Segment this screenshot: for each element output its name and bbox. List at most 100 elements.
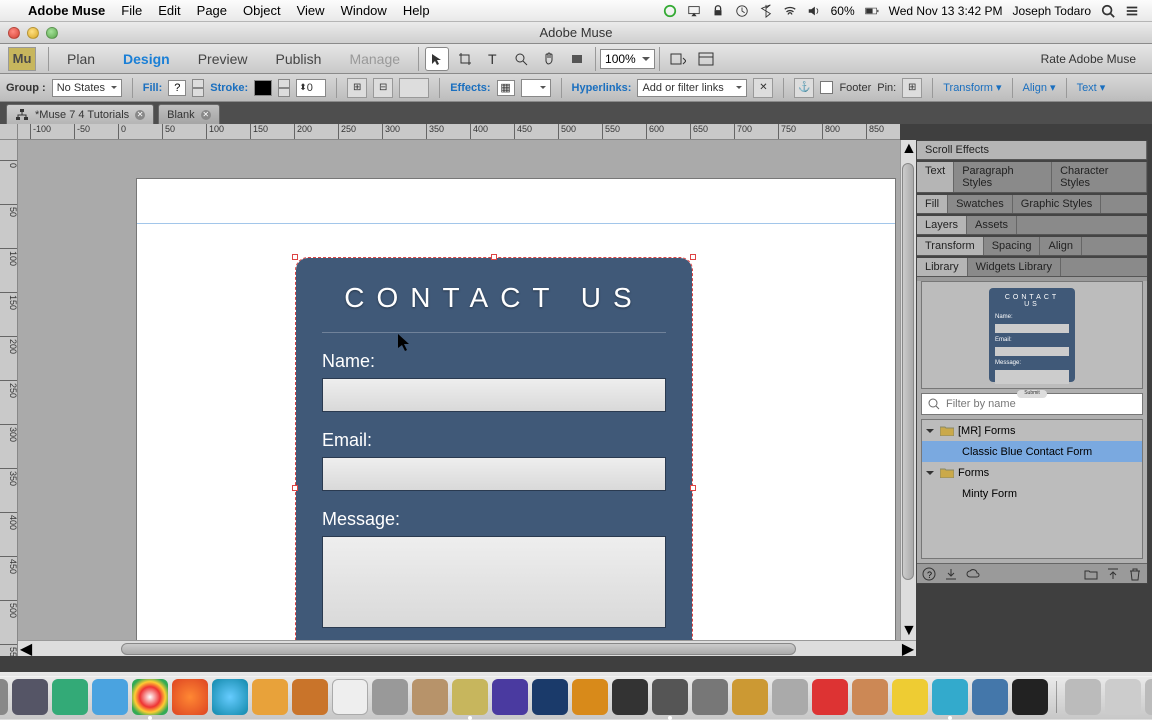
- dock-photoshop[interactable]: [532, 679, 568, 715]
- ruler-origin[interactable]: [0, 124, 18, 140]
- transform-button[interactable]: Transform ▾: [943, 81, 1001, 94]
- footer-checkbox[interactable]: [820, 81, 833, 94]
- lock-icon[interactable]: [711, 4, 725, 18]
- selection-handle[interactable]: [491, 254, 497, 260]
- dock-animate[interactable]: [492, 679, 528, 715]
- vertical-ruler[interactable]: 050100150200250300350400450500550600: [0, 140, 18, 656]
- tree-folder-forms[interactable]: Forms: [922, 462, 1142, 483]
- battery-icon[interactable]: [865, 4, 879, 18]
- rectangle-tool[interactable]: [565, 47, 589, 71]
- dock-firefox[interactable]: [172, 679, 208, 715]
- corners-button[interactable]: ⊞: [347, 78, 367, 98]
- dock-activity[interactable]: [732, 679, 768, 715]
- chevron-down-icon[interactable]: [926, 471, 934, 479]
- effects-dropdown[interactable]: [521, 79, 551, 97]
- minimize-button[interactable]: [27, 27, 39, 39]
- states-dropdown[interactable]: No States: [52, 79, 122, 97]
- dock-finalcut[interactable]: [692, 679, 728, 715]
- dock-app-b[interactable]: [1105, 679, 1141, 715]
- bluetooth-icon[interactable]: [759, 4, 773, 18]
- new-folder-icon[interactable]: [1083, 567, 1099, 581]
- dock-itunes[interactable]: [212, 679, 248, 715]
- panel-widgets-library[interactable]: Widgets Library: [968, 258, 1061, 276]
- spotlight-icon[interactable]: [1101, 4, 1115, 18]
- panel-spacing[interactable]: Spacing: [984, 237, 1041, 255]
- chevron-down-icon[interactable]: [926, 429, 934, 437]
- contact-form-widget[interactable]: CONTACT US Name: Email: Message: Submit: [296, 258, 692, 656]
- panel-assets[interactable]: Assets: [967, 216, 1017, 234]
- panel-text[interactable]: Text: [917, 162, 954, 192]
- hyperlinks-dropdown[interactable]: Add or filter links: [637, 79, 747, 97]
- spacing-button[interactable]: ⊟: [373, 78, 393, 98]
- menu-object[interactable]: Object: [243, 3, 281, 18]
- menu-page[interactable]: Page: [197, 3, 227, 18]
- pin-grid[interactable]: ⊞: [902, 78, 922, 98]
- dock-folder[interactable]: [1145, 679, 1152, 715]
- text-tool[interactable]: T: [481, 47, 505, 71]
- mode-plan[interactable]: Plan: [53, 51, 109, 67]
- dock-ibooks[interactable]: [252, 679, 288, 715]
- stroke-swatch[interactable]: [254, 80, 272, 96]
- name-field[interactable]: [322, 378, 666, 412]
- timemachine-icon[interactable]: [735, 4, 749, 18]
- help-icon[interactable]: ?: [921, 567, 937, 581]
- panel-align[interactable]: Align: [1040, 237, 1081, 255]
- stroke-label[interactable]: Stroke:: [210, 82, 248, 94]
- fill-swatch[interactable]: [168, 80, 186, 96]
- dock-appstore[interactable]: [52, 679, 88, 715]
- layout-button[interactable]: [694, 47, 718, 71]
- preview-browser-button[interactable]: [666, 47, 690, 71]
- tree-item-classic-blue[interactable]: Classic Blue Contact Form: [922, 441, 1142, 462]
- selection-handle[interactable]: [690, 254, 696, 260]
- dock-illustrator[interactable]: [572, 679, 608, 715]
- panel-character-styles[interactable]: Character Styles: [1052, 162, 1147, 192]
- effects-label[interactable]: Effects:: [450, 82, 490, 94]
- dock-addressbook[interactable]: [412, 679, 448, 715]
- airplay-icon[interactable]: [687, 4, 701, 18]
- panel-paragraph-styles[interactable]: Paragraph Styles: [954, 162, 1052, 192]
- menubar-app[interactable]: Adobe Muse: [28, 3, 105, 18]
- panel-swatches[interactable]: Swatches: [948, 195, 1013, 213]
- dock-calculator[interactable]: [372, 679, 408, 715]
- volume-icon[interactable]: [807, 4, 821, 18]
- stroke-weight-field[interactable]: ⬍0: [296, 79, 326, 97]
- dock-calendar[interactable]: [332, 679, 368, 715]
- wrap-button[interactable]: [399, 78, 429, 98]
- menu-edit[interactable]: Edit: [158, 3, 180, 18]
- dock-app-a[interactable]: [1065, 679, 1101, 715]
- dock-camera[interactable]: [612, 679, 648, 715]
- dock-muse[interactable]: [452, 679, 488, 715]
- close-icon[interactable]: ✕: [201, 110, 211, 120]
- close-button[interactable]: [8, 27, 20, 39]
- dock-pages[interactable]: [812, 679, 848, 715]
- menu-help[interactable]: Help: [403, 3, 430, 18]
- menu-window[interactable]: Window: [341, 3, 387, 18]
- panel-layers[interactable]: Layers: [917, 216, 967, 234]
- dock-numbers[interactable]: [852, 679, 888, 715]
- fill-label[interactable]: Fill:: [143, 82, 163, 94]
- horizontal-ruler[interactable]: -100-50050100150200250300350400450500550…: [18, 124, 900, 140]
- zoom-select[interactable]: 100%: [600, 49, 655, 69]
- user-name[interactable]: Joseph Todaro: [1012, 4, 1091, 18]
- dock-missioncontrol[interactable]: [12, 679, 48, 715]
- horizontal-scrollbar[interactable]: ◀▶: [18, 640, 916, 656]
- dock-mail[interactable]: [292, 679, 328, 715]
- dock-quicktime[interactable]: [652, 679, 688, 715]
- stroke-arrows[interactable]: [278, 79, 290, 97]
- tree-folder-mr-forms[interactable]: [MR] Forms: [922, 420, 1142, 441]
- dock-preview[interactable]: [772, 679, 808, 715]
- menu-view[interactable]: View: [297, 3, 325, 18]
- fill-arrows[interactable]: [192, 79, 204, 97]
- document-tab-1[interactable]: *Muse 7 4 Tutorials ✕: [6, 104, 154, 124]
- message-field[interactable]: [322, 536, 666, 628]
- hand-tool[interactable]: [537, 47, 561, 71]
- document-tab-2[interactable]: Blank ✕: [158, 104, 220, 124]
- dock-launchpad[interactable]: [0, 679, 8, 715]
- mode-preview[interactable]: Preview: [184, 51, 262, 67]
- zoom-button[interactable]: [46, 27, 58, 39]
- anchor-button[interactable]: ⚓: [794, 78, 814, 98]
- selection-tool[interactable]: [425, 47, 449, 71]
- mode-design[interactable]: Design: [109, 51, 184, 67]
- selection-handle[interactable]: [690, 485, 696, 491]
- vertical-scrollbar[interactable]: ▲▼: [900, 140, 916, 640]
